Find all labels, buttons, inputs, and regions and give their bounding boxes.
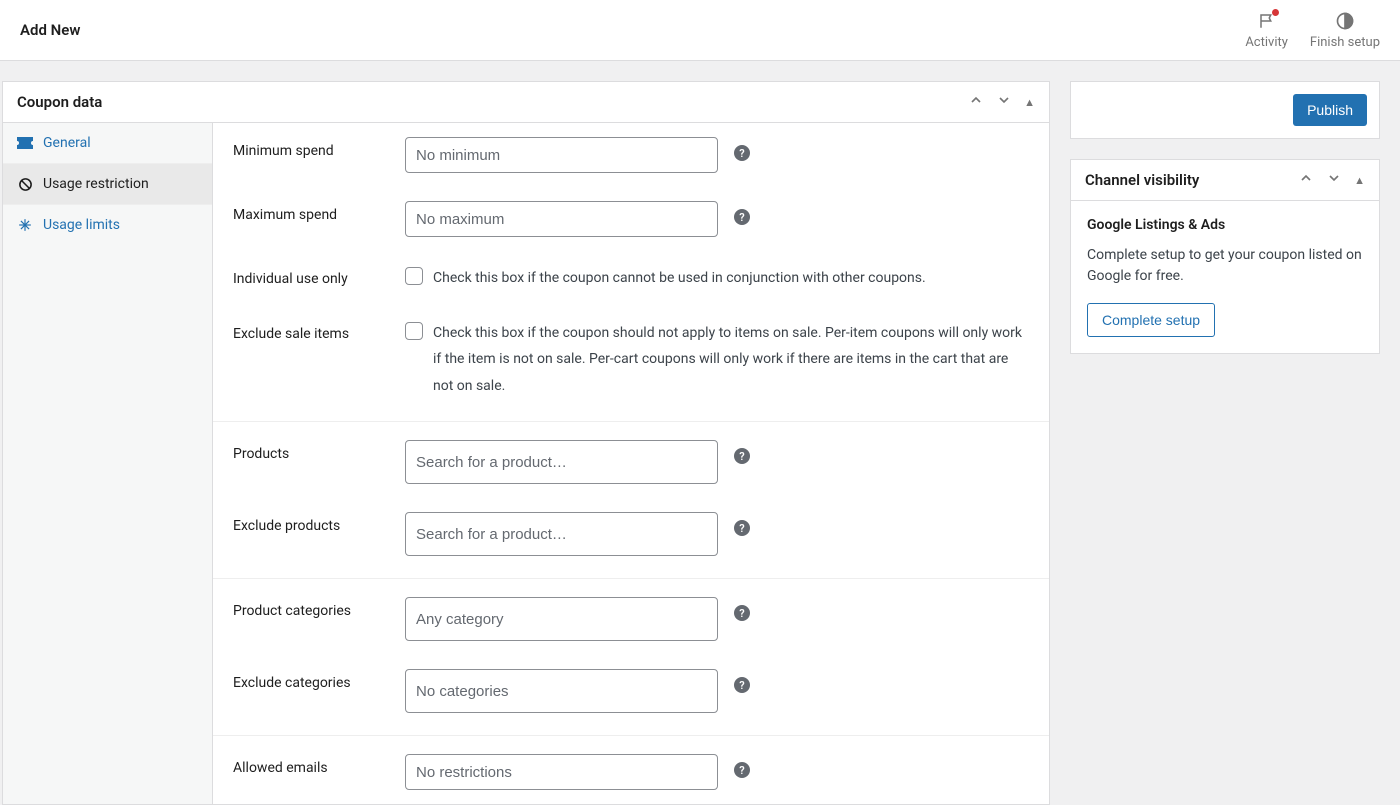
help-icon[interactable]: ? (734, 520, 750, 536)
collapse-icon[interactable]: ▲ (1354, 174, 1365, 187)
exclude-products-input[interactable] (405, 512, 718, 556)
row-maximum-spend: Maximum spend ? (213, 187, 1049, 251)
limits-icon (17, 217, 33, 233)
individual-use-desc: Check this box if the coupon cannot be u… (433, 265, 1029, 292)
row-individual-use: Individual use only Check this box if th… (213, 251, 1049, 306)
exclude-sale-desc: Check this box if the coupon should not … (433, 320, 1029, 400)
help-icon[interactable]: ? (734, 762, 750, 778)
tab-usage-limits[interactable]: Usage limits (3, 205, 212, 245)
label-exclude-products: Exclude products (233, 512, 405, 534)
channel-body: Google Listings & Ads Complete setup to … (1071, 201, 1379, 353)
help-icon[interactable]: ? (734, 677, 750, 693)
label-product-categories: Product categories (233, 597, 405, 619)
chevron-up-icon[interactable] (1298, 170, 1314, 190)
maximum-spend-input[interactable] (405, 201, 718, 237)
row-exclude-sale: Exclude sale items Check this box if the… (213, 306, 1049, 422)
help-icon[interactable]: ? (734, 448, 750, 464)
channel-visibility-panel: Channel visibility ▲ Google Listings & A… (1070, 159, 1380, 354)
exclude-sale-checkbox[interactable] (405, 322, 423, 340)
row-minimum-spend: Minimum spend ? (213, 123, 1049, 187)
row-product-categories: Product categories ? (213, 579, 1049, 655)
channel-heading: Google Listings & Ads (1087, 217, 1363, 233)
activity-label: Activity (1245, 35, 1288, 50)
page-title: Add New (20, 21, 80, 39)
products-input[interactable] (405, 440, 718, 484)
tab-content: Minimum spend ? Maximum spend ? Individu… (213, 123, 1049, 804)
label-products: Products (233, 440, 405, 462)
help-icon[interactable]: ? (734, 605, 750, 621)
help-icon[interactable]: ? (734, 209, 750, 225)
row-exclude-products: Exclude products ? (213, 498, 1049, 578)
ticket-icon (17, 135, 33, 151)
flag-icon (1256, 10, 1278, 32)
panel-title: Coupon data (17, 93, 102, 111)
complete-setup-button[interactable]: Complete setup (1087, 303, 1215, 337)
label-individual-use: Individual use only (233, 265, 405, 287)
finish-setup-label: Finish setup (1310, 35, 1380, 50)
row-allowed-emails: Allowed emails ? (213, 736, 1049, 804)
topbar: Add New Activity Finish setup (0, 0, 1400, 61)
publish-button[interactable]: Publish (1293, 94, 1367, 126)
coupon-data-panel: Coupon data ▲ General Usage restriction (2, 81, 1050, 805)
contrast-circle-icon (1334, 10, 1356, 32)
label-exclude-sale: Exclude sale items (233, 320, 405, 342)
exclude-categories-input[interactable] (405, 669, 718, 713)
chevron-down-icon[interactable] (1326, 170, 1342, 190)
collapse-icon[interactable]: ▲ (1024, 96, 1035, 109)
tab-usage-restriction[interactable]: Usage restriction (3, 164, 212, 205)
channel-title: Channel visibility (1085, 171, 1199, 189)
minimum-spend-input[interactable] (405, 137, 718, 173)
topbar-actions: Activity Finish setup (1245, 10, 1380, 50)
channel-header: Channel visibility ▲ (1071, 160, 1379, 201)
help-icon[interactable]: ? (734, 145, 750, 161)
tab-general[interactable]: General (3, 123, 212, 164)
notification-dot-icon (1272, 9, 1279, 16)
individual-use-checkbox[interactable] (405, 267, 423, 285)
finish-setup-button[interactable]: Finish setup (1310, 10, 1380, 50)
publish-box: Publish (1070, 81, 1380, 139)
chevron-down-icon[interactable] (996, 92, 1012, 112)
label-minimum-spend: Minimum spend (233, 137, 405, 159)
label-maximum-spend: Maximum spend (233, 201, 405, 223)
side-tabs: General Usage restriction Usage limits (3, 123, 213, 804)
panel-header: Coupon data ▲ (3, 82, 1049, 123)
panel-controls: ▲ (968, 92, 1035, 112)
tab-label: General (43, 135, 91, 151)
tab-label: Usage restriction (43, 176, 149, 192)
product-categories-input[interactable] (405, 597, 718, 641)
channel-desc: Complete setup to get your coupon listed… (1087, 245, 1363, 287)
label-exclude-categories: Exclude categories (233, 669, 405, 691)
row-exclude-categories: Exclude categories ? (213, 655, 1049, 735)
activity-button[interactable]: Activity (1245, 10, 1288, 50)
ban-icon (17, 176, 33, 192)
row-products: Products ? (213, 422, 1049, 498)
label-allowed-emails: Allowed emails (233, 754, 405, 776)
panel-controls: ▲ (1298, 170, 1365, 190)
chevron-up-icon[interactable] (968, 92, 984, 112)
tab-label: Usage limits (43, 217, 120, 233)
